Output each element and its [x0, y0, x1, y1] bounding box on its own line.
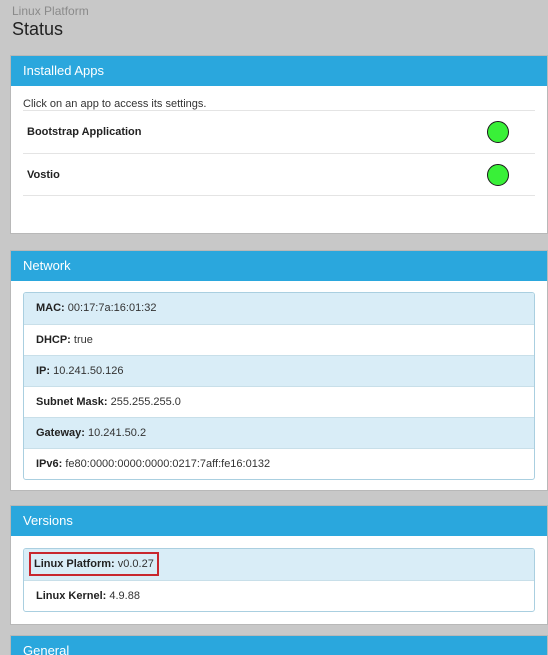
general-heading: General	[11, 636, 547, 655]
highlight-box: Linux Platform: v0.0.27	[29, 552, 159, 576]
row-label: IP:	[36, 365, 51, 377]
app-row-bootstrap-application[interactable]: Bootstrap Application	[23, 110, 535, 153]
status-ok-icon	[487, 121, 509, 143]
app-name: Vostio	[27, 168, 60, 181]
version-row-linux-platform: Linux Platform: v0.0.27	[24, 549, 534, 580]
network-row-dhcp: DHCP: true	[24, 324, 534, 355]
page-header: Linux Platform Status	[0, 0, 548, 48]
network-row-ipv6: IPv6: fe80:0000:0000:0000:0217:7aff:fe16…	[24, 448, 534, 479]
installed-apps-hint: Click on an app to access its settings.	[23, 98, 207, 110]
status-ok-icon	[487, 163, 509, 186]
status-page: Linux Platform Status Installed Apps Cli…	[0, 0, 548, 655]
app-name: Bootstrap Application	[27, 126, 142, 138]
network-row-mac: MAC: 00:17:7a:16:01:32	[24, 293, 534, 324]
network-row-subnet-mask: Subnet Mask: 255.255.255.0	[24, 386, 534, 417]
versions-panel: Versions Linux Platform: v0.0.27 Linux K…	[10, 505, 548, 625]
network-list: MAC: 00:17:7a:16:01:32 DHCP: true IP: 10…	[23, 292, 535, 480]
row-value: 10.241.50.2	[87, 427, 147, 439]
row-value: 00:17:7a:16:01:32	[67, 302, 157, 314]
row-label: Linux Platform:	[34, 558, 115, 570]
row-value: 255.255.255.0	[110, 396, 181, 408]
row-value: 10.241.50.126	[53, 365, 124, 377]
network-row-ip: IP: 10.241.50.126	[24, 355, 534, 386]
installed-apps-panel: Installed Apps Click on an app to access…	[10, 55, 548, 234]
row-label: Subnet Mask:	[36, 396, 108, 408]
row-value: fe80:0000:0000:0000:0217:7aff:fe16:0132	[65, 458, 271, 470]
row-value: true	[73, 334, 93, 346]
versions-heading: Versions	[11, 506, 547, 536]
versions-list: Linux Platform: v0.0.27 Linux Kernel: 4.…	[23, 548, 535, 612]
version-row-linux-kernel: Linux Kernel: 4.9.88	[24, 580, 534, 611]
row-label: Gateway:	[36, 427, 85, 439]
app-row-vostio[interactable]: Vostio	[23, 153, 535, 196]
installed-apps-heading: Installed Apps	[11, 56, 547, 86]
network-heading: Network	[11, 251, 547, 281]
network-row-gateway: Gateway: 10.241.50.2	[24, 417, 534, 448]
row-label: IPv6:	[36, 458, 63, 470]
row-label: MAC:	[36, 302, 65, 314]
general-panel: General	[10, 635, 548, 655]
row-label: Linux Kernel:	[36, 590, 107, 602]
row-value: 4.9.88	[109, 590, 140, 602]
platform-label: Linux Platform	[12, 4, 89, 18]
network-panel: Network MAC: 00:17:7a:16:01:32 DHCP: tru…	[10, 250, 548, 491]
row-value: v0.0.27	[117, 558, 154, 570]
row-label: DHCP:	[36, 334, 71, 346]
page-title: Status	[12, 19, 64, 39]
